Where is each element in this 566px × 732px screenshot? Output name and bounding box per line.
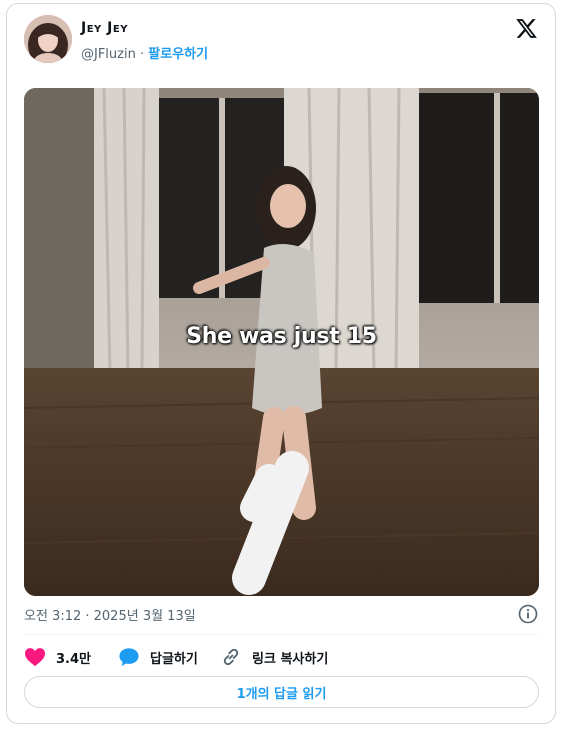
video-caption: She was just 15 bbox=[186, 324, 377, 349]
separator: · bbox=[139, 47, 145, 62]
avatar[interactable] bbox=[24, 15, 72, 63]
like-button[interactable]: 3.4만 bbox=[24, 645, 91, 669]
tweet-timestamp[interactable]: 오전 3:12 · 2025년 3월 13일 bbox=[24, 605, 196, 624]
tweet-actions: 3.4만 답글하기 링크 복사하기 bbox=[24, 645, 544, 669]
reply-bubble-icon bbox=[119, 648, 139, 667]
link-icon bbox=[223, 648, 239, 666]
follow-link[interactable]: 팔로우하기 bbox=[148, 47, 208, 62]
info-icon[interactable] bbox=[518, 604, 538, 624]
reply-label: 답글하기 bbox=[150, 651, 198, 667]
divider bbox=[24, 634, 538, 635]
copy-link-button[interactable]: 링크 복사하기 bbox=[220, 645, 328, 669]
tweet-card: Jey Jey @JFluzin · 팔로우하기 She was just 15… bbox=[6, 3, 556, 724]
read-replies-button[interactable]: 1개의 답글 읽기 bbox=[24, 676, 539, 708]
heart-icon bbox=[25, 648, 45, 667]
copy-link-label: 링크 복사하기 bbox=[252, 651, 329, 667]
like-count: 3.4만 bbox=[56, 651, 91, 667]
author-handle[interactable]: @JFluzin bbox=[81, 47, 136, 62]
author-display-name[interactable]: Jey Jey bbox=[81, 20, 128, 36]
author-handle-row: @JFluzin · 팔로우하기 bbox=[81, 43, 208, 62]
video-media[interactable]: She was just 15 bbox=[24, 88, 539, 596]
reply-button[interactable]: 답글하기 bbox=[118, 645, 198, 669]
x-logo-icon[interactable] bbox=[515, 17, 538, 40]
